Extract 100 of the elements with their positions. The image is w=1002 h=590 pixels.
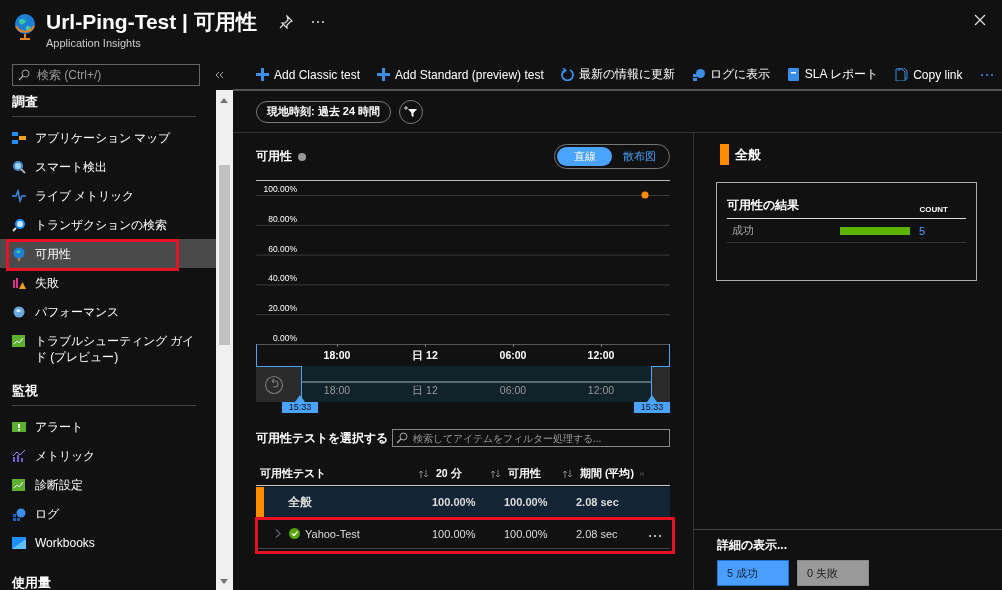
refresh-icon [560,68,574,81]
chart-warning-icon [12,276,26,290]
more-icon[interactable] [648,533,662,538]
filter-button[interactable]: 5 成功 [717,560,789,586]
toolbar-button[interactable]: Add Classic test [256,67,361,82]
table-cell: Yahoo-Test [305,527,360,540]
toolbar-button[interactable]: 最新の情報に更新 [560,66,675,83]
line-chart-icon [12,449,26,463]
brush-window[interactable] [301,366,652,402]
page-subtitle: Application Insights [46,37,142,49]
filter-button[interactable]: 0 失敗 [797,560,869,586]
up-arrow-icon [220,98,228,103]
x-tick-label: 日 12 [412,349,438,361]
table-row[interactable]: Yahoo-Test 100.00% 100.00% 2.08 sec [256,519,670,549]
table-cell-text: 100.00% [432,496,477,508]
plus-icon [377,68,391,81]
collapse-icon[interactable] [214,71,224,79]
data-point [641,191,649,199]
sidebar-item[interactable]: ログ [0,499,216,528]
brush-shade [652,366,670,402]
table-cell-text: 100.00% [504,527,549,540]
section-heading: 監視 [12,379,196,406]
sort-icon [419,469,428,478]
y-tick-label: 60.00% [268,243,297,254]
pulse-icon [12,189,26,203]
scrollbar[interactable] [216,90,233,590]
column-header[interactable]: 20 分 [432,466,504,481]
brush-tick-label: 12:00 [587,384,615,396]
flow-icon [12,131,26,145]
close-icon[interactable] [974,14,986,26]
toggle-option[interactable]: 散布図 [612,147,667,166]
undo-icon[interactable] [264,374,284,395]
sidebar-item[interactable]: トランザクションの検索 [0,210,216,239]
panel-title: 全般 [735,145,761,164]
scrollbar-thumb[interactable] [219,165,230,345]
section-title: 可用性テストを選択する [256,429,388,447]
globe-icon [12,305,26,319]
sort-icon [563,469,572,478]
sidebar-item[interactable]: アプリケーション マップ [0,123,216,152]
sort-icon [639,469,644,478]
sidebar-item[interactable]: ライブ メトリック [0,181,216,210]
y-tick-label: 20.00% [268,303,297,314]
table-cell-text: 2.08 sec [576,496,620,508]
toolbar-button[interactable]: Copy link [895,67,963,82]
more-icon[interactable] [979,72,994,77]
chevron-icon[interactable] [275,529,281,538]
summary-marker [256,487,264,517]
x-tick-label: 18:00 [323,349,351,361]
search-field[interactable]: 検索してアイテムをフィルター処理する... [392,429,670,447]
column-header[interactable]: 可用性 [504,466,576,481]
pin-icon [278,15,293,29]
column-header: COUNT [919,205,948,214]
y-tick-label: 80.00% [268,213,297,224]
chart-icon [12,334,26,348]
result-label: 成功 [731,223,755,238]
search-icon [18,69,30,81]
page-title: Url-Ping-Test | 可用性 [46,9,257,35]
brush-tick-label: 18:00 [323,384,351,396]
table-cell-text: 100.00% [504,496,549,508]
toolbar-button[interactable]: ログに表示 [691,66,770,83]
down-arrow-icon [220,579,228,584]
card-title: 可用性の結果 [727,197,799,214]
x-tick-label: 12:00 [587,349,615,361]
brush-tick-label: 日 12 [412,384,438,398]
sidebar-item[interactable]: アラート [0,412,216,441]
chart-icon [12,478,26,492]
filter-icon [404,105,419,118]
sort-icon [491,469,500,478]
plus-icon [256,68,269,81]
y-tick-label: 0.00% [272,333,297,343]
section-heading: 使用量 [12,571,196,590]
book-icon [786,68,800,81]
copy-icon [895,68,909,81]
sidebar-item[interactable]: パフォーマンス [0,297,216,326]
sidebar-item[interactable]: 診断設定 [0,470,216,499]
y-tick-label: 100.00% [263,184,297,194]
sidebar-item[interactable]: メトリック [0,441,216,470]
summary-marker [720,144,729,165]
search-field[interactable]: 検索 (Ctrl+/) [12,64,200,86]
section-title: 詳細の表示... [717,537,788,554]
more-icon [310,20,325,24]
toolbar-button[interactable]: SLA レポート [786,66,879,83]
tile-icon [12,536,26,550]
sidebar-item[interactable]: 失敗 [0,268,216,297]
column-header[interactable]: 可用性テスト [256,466,432,481]
summary-row[interactable]: 全般 100.00% 100.00% 2.08 sec [256,487,670,517]
sidebar-item[interactable]: Workbooks [0,528,216,557]
magnifier-icon [12,160,26,174]
magnifier-icon [12,218,26,232]
sidebar-item[interactable]: 可用性 [0,239,216,268]
chart-title: 可用性 [256,148,292,165]
column-header[interactable]: 期間 (平均) [576,466,648,481]
result-count: 5 [919,224,926,237]
x-tick-label: 06:00 [499,349,527,361]
status-dot [298,152,306,161]
sidebar-item[interactable]: スマート検出 [0,152,216,181]
sidebar-item[interactable]: トラブルシューティング ガイド (プレビュー) [0,326,216,365]
cloud-icon [12,507,26,521]
toolbar-button[interactable]: Add Standard (preview) test [377,67,544,82]
brush-tick-label: 06:00 [499,384,527,396]
